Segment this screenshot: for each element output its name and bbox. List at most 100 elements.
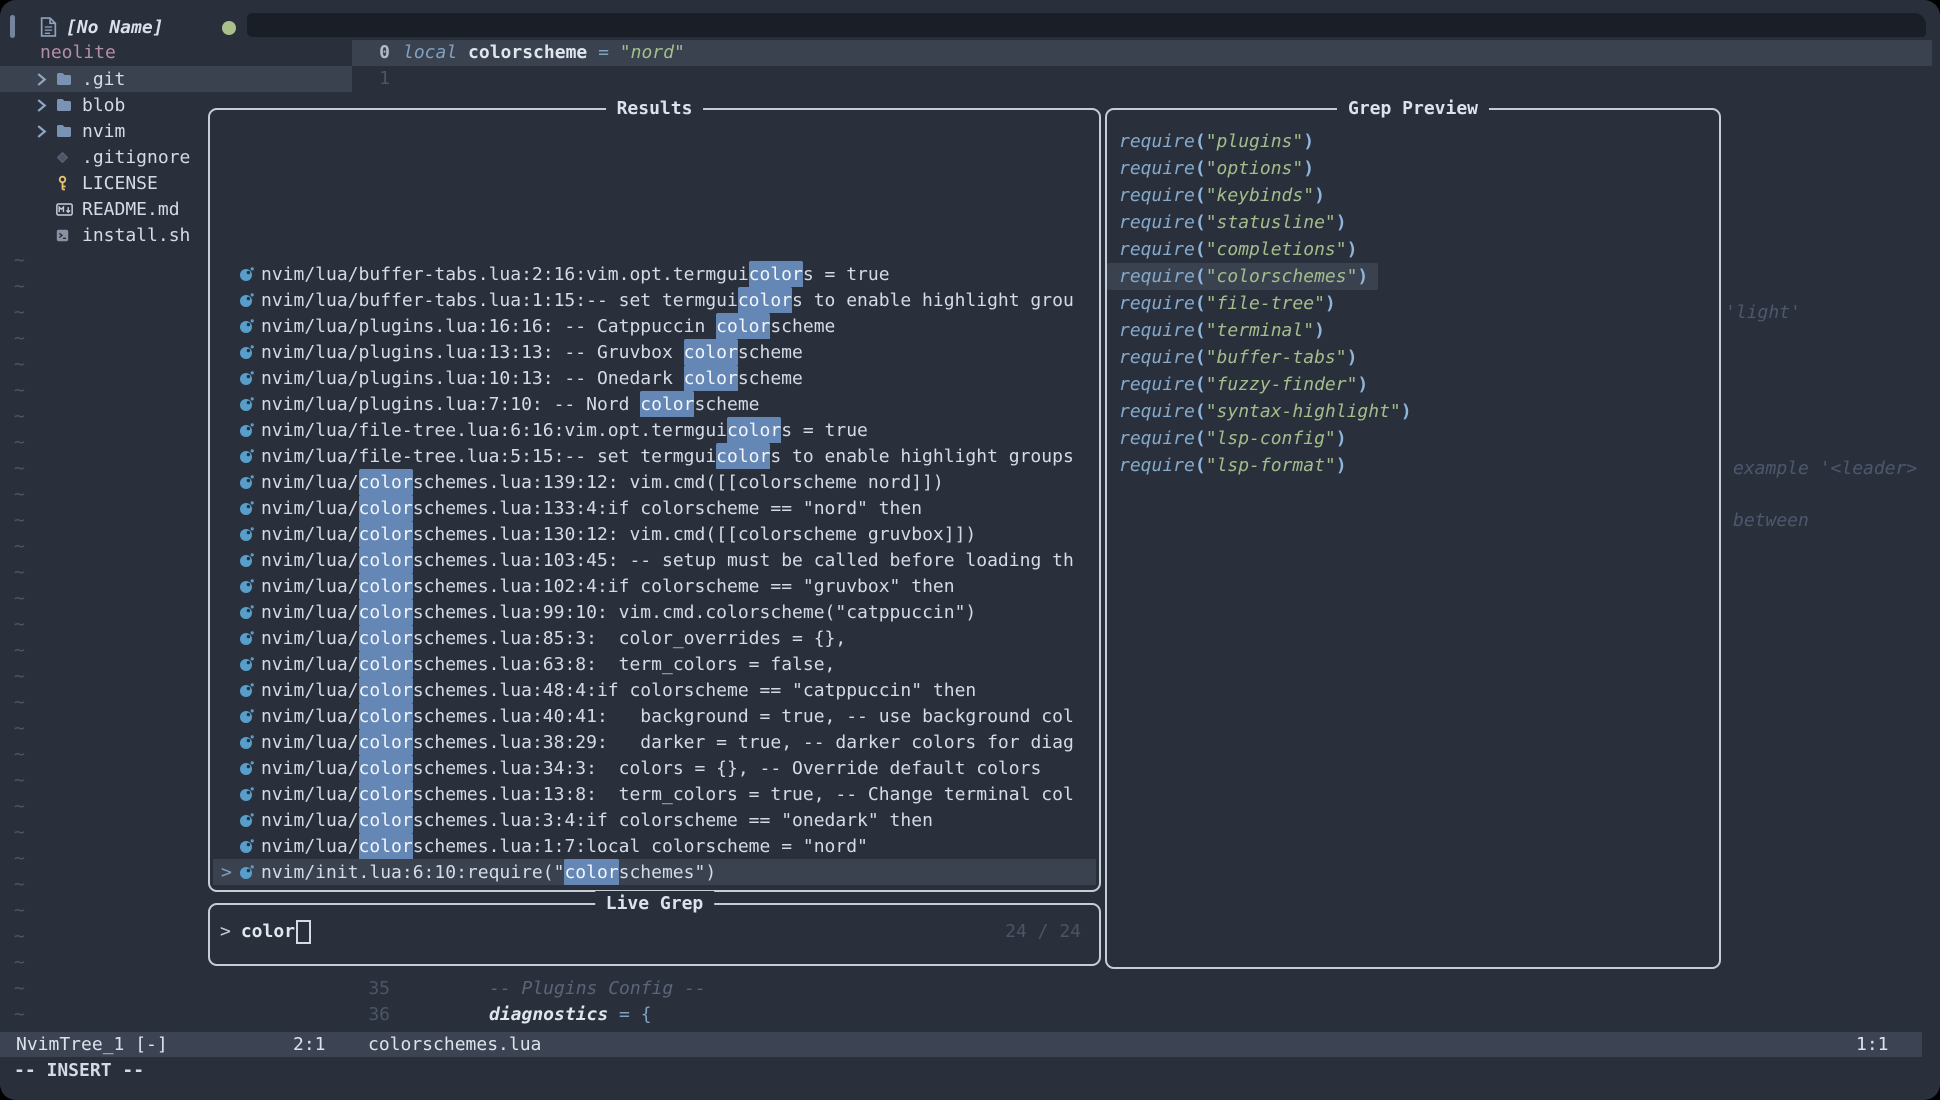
result-row[interactable]: >nvim/lua/colorschemes.lua:40:41: backgr…	[213, 703, 1096, 729]
result-row[interactable]: >nvim/lua/buffer-tabs.lua:1:15:-- set te…	[213, 287, 1096, 313]
tab-no-name[interactable]: [No Name]	[40, 14, 164, 40]
preview-line: require("buffer-tabs")	[1107, 344, 1717, 371]
editor-top-lines[interactable]: 0local colorscheme = "nord"1	[352, 40, 1940, 92]
match-highlight: color	[359, 677, 413, 703]
code-token: -- Plugins Config --	[489, 976, 706, 1002]
preview-line: require("terminal")	[1107, 317, 1717, 344]
result-row[interactable]: >nvim/lua/colorschemes.lua:38:29: darker…	[213, 729, 1096, 755]
code-token: require	[1119, 428, 1195, 449]
line-number: 35	[352, 976, 390, 1002]
result-row[interactable]: >nvim/lua/colorschemes.lua:102:4:if colo…	[213, 573, 1096, 599]
lua-icon	[239, 553, 254, 568]
editor-line: 0local colorscheme = "nord"	[352, 40, 1940, 66]
result-text: nvim/lua/colorschemes.lua:103:45: -- set…	[261, 550, 1074, 571]
result-row[interactable]: >nvim/lua/file-tree.lua:6:16:vim.opt.ter…	[213, 417, 1096, 443]
live-grep-input[interactable]: > color 24 / 24	[220, 918, 1085, 946]
empty-line-marker: ~	[14, 742, 25, 768]
result-row[interactable]: >nvim/lua/plugins.lua:10:13: -- Onedark …	[213, 365, 1096, 391]
result-row[interactable]: >nvim/lua/colorschemes.lua:63:8: term_co…	[213, 651, 1096, 677]
text-cursor	[296, 920, 311, 944]
code-token: "syntax-highlight"	[1206, 401, 1401, 422]
match-highlight: color	[359, 495, 413, 521]
match-highlight: color	[359, 651, 413, 677]
result-text: nvim/lua/colorschemes.lua:63:8: term_col…	[261, 654, 835, 675]
code-token: =	[608, 1002, 641, 1028]
code-token: )	[1347, 347, 1358, 368]
code-token: "terminal"	[1206, 320, 1314, 341]
result-text: nvim/lua/colorschemes.lua:40:41: backgro…	[261, 706, 1074, 727]
tree-item--git[interactable]: .git	[0, 66, 352, 92]
result-counter: 24 / 24	[1005, 918, 1081, 946]
code-token: )	[1336, 455, 1347, 476]
result-row[interactable]: >nvim/lua/colorschemes.lua:13:8: term_co…	[213, 781, 1096, 807]
code-token: "lsp-format"	[1206, 455, 1336, 476]
result-row[interactable]: >nvim/lua/colorschemes.lua:85:3: color_o…	[213, 625, 1096, 651]
match-highlight: color	[359, 807, 413, 833]
result-row[interactable]: >nvim/lua/colorschemes.lua:139:12: vim.c…	[213, 469, 1096, 495]
lua-icon	[239, 735, 254, 750]
result-row[interactable]: >nvim/lua/colorschemes.lua:48:4:if color…	[213, 677, 1096, 703]
code-token: (	[1195, 455, 1206, 476]
code-token: (	[1195, 185, 1206, 206]
result-row[interactable]: >nvim/lua/plugins.lua:13:13: -- Gruvbox …	[213, 339, 1096, 365]
result-row[interactable]: >nvim/lua/plugins.lua:16:16: -- Catppucc…	[213, 313, 1096, 339]
empty-line-marker: ~	[14, 612, 25, 638]
line-number: 1	[352, 66, 390, 92]
code-token: (	[1195, 293, 1206, 314]
result-text: nvim/lua/colorschemes.lua:139:12: vim.cm…	[261, 472, 944, 493]
code-token: "buffer-tabs"	[1206, 347, 1347, 368]
result-row[interactable]: >nvim/lua/colorschemes.lua:34:3: colors …	[213, 755, 1096, 781]
code-token: )	[1401, 401, 1412, 422]
results-list: >nvim/lua/buffer-tabs.lua:2:16:vim.opt.t…	[213, 261, 1096, 885]
empty-line-marker: ~	[14, 820, 25, 846]
result-row[interactable]: >nvim/lua/colorschemes.lua:130:12: vim.c…	[213, 521, 1096, 547]
code-token: "colorschemes"	[1206, 266, 1358, 287]
preview-lines: require("plugins")require("options")requ…	[1107, 128, 1717, 479]
result-row[interactable]: >nvim/lua/colorschemes.lua:103:45: -- se…	[213, 547, 1096, 573]
result-row[interactable]: >nvim/lua/buffer-tabs.lua:2:16:vim.opt.t…	[213, 261, 1096, 287]
neovim-window: [No Name] neolite .gitblobnvim.gitignore…	[0, 0, 1940, 1100]
lua-icon	[239, 475, 254, 490]
tab-edge-indicator	[10, 15, 15, 38]
tree-item-label: blob	[82, 95, 125, 116]
result-row[interactable]: >nvim/init.lua:6:10:require("colorscheme…	[213, 859, 1096, 885]
tree-item-label: .git	[82, 69, 125, 90]
selection-caret-icon: >	[221, 862, 232, 883]
result-row[interactable]: >nvim/lua/colorschemes.lua:133:4:if colo…	[213, 495, 1096, 521]
result-row[interactable]: >nvim/lua/plugins.lua:7:10: -- Nord colo…	[213, 391, 1096, 417]
chevron-right-icon	[36, 99, 56, 112]
empty-line-marker: ~	[14, 534, 25, 560]
code-token: )	[1357, 266, 1368, 287]
code-token: "plugins"	[1206, 131, 1304, 152]
result-row[interactable]: >nvim/lua/colorschemes.lua:99:10: vim.cm…	[213, 599, 1096, 625]
result-row[interactable]: >nvim/lua/colorschemes.lua:3:4:if colors…	[213, 807, 1096, 833]
code-token: (	[1195, 239, 1206, 260]
file-icon	[40, 17, 57, 37]
code-token: )	[1336, 428, 1347, 449]
lua-icon	[239, 501, 254, 516]
editor-line: 1	[352, 66, 1940, 92]
result-text: nvim/lua/file-tree.lua:6:16:vim.opt.term…	[261, 420, 868, 441]
lua-icon	[239, 319, 254, 334]
empty-line-marker: ~	[14, 1002, 25, 1028]
lua-icon	[239, 267, 254, 282]
live-grep-title: Live Grep	[595, 891, 715, 917]
code-token: )	[1357, 374, 1368, 395]
search-query: color	[241, 918, 295, 946]
result-row[interactable]: >nvim/lua/file-tree.lua:5:15:-- set term…	[213, 443, 1096, 469]
code-token: "file-tree"	[1206, 293, 1325, 314]
lua-icon	[239, 579, 254, 594]
result-text: nvim/lua/colorschemes.lua:3:4:if colorsc…	[261, 810, 933, 831]
match-highlight: color	[684, 365, 738, 391]
lua-icon	[239, 813, 254, 828]
empty-line-marker: ~	[14, 846, 25, 872]
code-token: require	[1119, 239, 1195, 260]
code-token: (	[1195, 428, 1206, 449]
result-row[interactable]: >nvim/lua/colorschemes.lua:1:7:local col…	[213, 833, 1096, 859]
match-highlight: color	[359, 599, 413, 625]
editor-bottom-lines[interactable]: 35-- Plugins Config --36diagnostics = {	[352, 976, 1940, 1028]
empty-line-marker: ~	[14, 378, 25, 404]
lua-icon	[239, 631, 254, 646]
code-token: colorscheme	[468, 40, 587, 66]
code-token: (	[1195, 401, 1206, 422]
